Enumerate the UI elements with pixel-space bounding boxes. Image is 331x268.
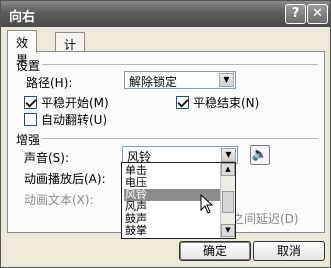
- sound-label: 声音(S):: [24, 151, 70, 165]
- tab-timing[interactable]: 计时: [55, 32, 86, 69]
- smooth-start-checkbox[interactable]: 平稳开始(M): [24, 94, 109, 111]
- delay-between-label: 之间延迟(D): [232, 212, 299, 226]
- path-select-value: 解除锁定: [129, 75, 178, 89]
- sound-option[interactable]: 鼓掌: [124, 225, 220, 237]
- path-label: 路径(H):: [26, 76, 73, 90]
- tab-effect[interactable]: 效果: [7, 30, 38, 67]
- smooth-start-checkbox-box[interactable]: [24, 96, 37, 109]
- chevron-down-icon[interactable]: ▼: [219, 73, 234, 87]
- speaker-icon[interactable]: 🔈: [250, 145, 270, 165]
- enhance-divider: [42, 138, 318, 139]
- smooth-end-checkbox-box[interactable]: [176, 96, 189, 109]
- auto-reverse-label: 自动翻转(U): [41, 113, 108, 127]
- title-bar: 向右 ? ✕: [1, 1, 330, 27]
- scroll-down-icon[interactable]: ▼: [221, 224, 235, 237]
- animate-text-label: 动画文本(X):: [24, 193, 94, 207]
- smooth-end-label: 平稳结束(N): [193, 96, 260, 110]
- window-title: 向右: [9, 10, 36, 25]
- scroll-up-icon[interactable]: ▲: [221, 163, 235, 176]
- settings-divider: [42, 64, 318, 65]
- enhance-section-title: 增强: [16, 133, 41, 147]
- smooth-start-label: 平稳开始(M): [41, 96, 109, 110]
- scroll-thumb[interactable]: [222, 191, 234, 213]
- chevron-down-icon[interactable]: ▼: [221, 148, 236, 162]
- sound-dropdown-list[interactable]: 单击 电压 风铃 风声 鼓声 鼓掌 ▲ ▼: [121, 162, 236, 239]
- dropdown-scrollbar[interactable]: ▲ ▼: [220, 163, 235, 238]
- help-button[interactable]: ?: [285, 4, 306, 24]
- path-select[interactable]: 解除锁定 ▼: [124, 71, 236, 89]
- auto-reverse-checkbox[interactable]: 自动翻转(U): [24, 111, 107, 128]
- smooth-end-checkbox[interactable]: 平稳结束(N): [176, 94, 259, 111]
- close-button[interactable]: ✕: [307, 4, 328, 24]
- mouse-pointer-icon: [200, 194, 214, 214]
- after-animation-label: 动画播放后(A):: [24, 172, 106, 186]
- ok-button[interactable]: 确定: [179, 241, 251, 261]
- effect-options-dialog: 向右 ? ✕ 效果 计时 设置 路径(H): 解除锁定 ▼ 平稳开始(M) 平稳…: [0, 0, 331, 268]
- cancel-button[interactable]: 取消: [253, 241, 325, 261]
- auto-reverse-checkbox-box[interactable]: [24, 113, 37, 126]
